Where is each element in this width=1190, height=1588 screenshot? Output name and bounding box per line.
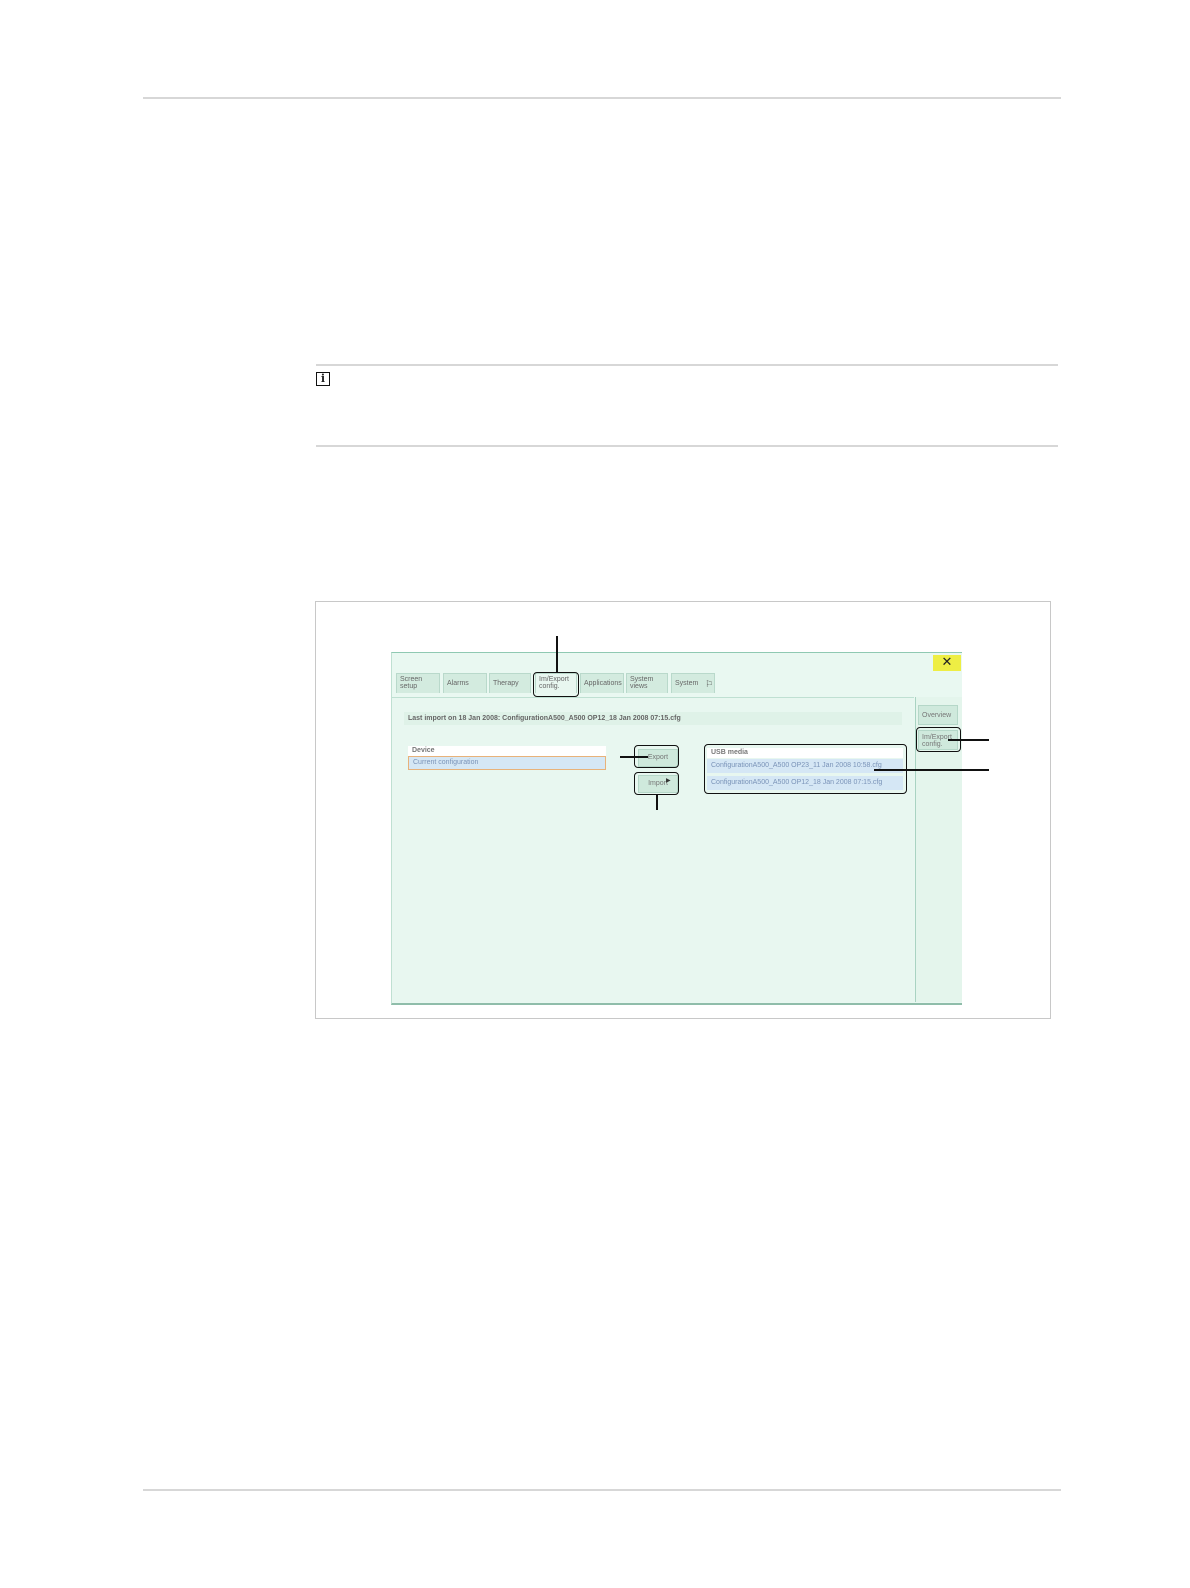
info-icon: i <box>316 372 330 386</box>
device-list-header: Device <box>408 746 606 756</box>
side-button-overview[interactable]: Overview <box>918 705 958 725</box>
leader-line <box>948 739 989 741</box>
close-button[interactable]: ✕ <box>933 655 961 671</box>
tab-system-views[interactable]: System views <box>626 673 668 693</box>
leader-line <box>620 756 648 758</box>
leader-line <box>556 636 558 672</box>
note-bottom-rule <box>316 445 1058 447</box>
last-import-status: Last import on 18 Jan 2008: Configuratio… <box>404 712 902 725</box>
leader-line <box>656 794 658 810</box>
device-list-item[interactable]: Current configuration <box>408 756 606 770</box>
note-top-rule <box>316 364 1058 366</box>
leader-line <box>874 769 989 771</box>
tab-alarms[interactable]: Alarms <box>443 673 487 693</box>
footer-rule <box>143 1489 1061 1491</box>
header-rule <box>143 97 1061 99</box>
content-area <box>392 697 914 1002</box>
tab-screen-setup[interactable]: Screen setup <box>396 673 440 693</box>
callout-tab-highlight <box>533 672 579 697</box>
flag-icon: ⚐ <box>705 680 714 690</box>
tab-therapy[interactable]: Therapy <box>489 673 531 693</box>
tab-applications[interactable]: Applications <box>580 673 624 693</box>
callout-import-highlight <box>634 772 679 795</box>
